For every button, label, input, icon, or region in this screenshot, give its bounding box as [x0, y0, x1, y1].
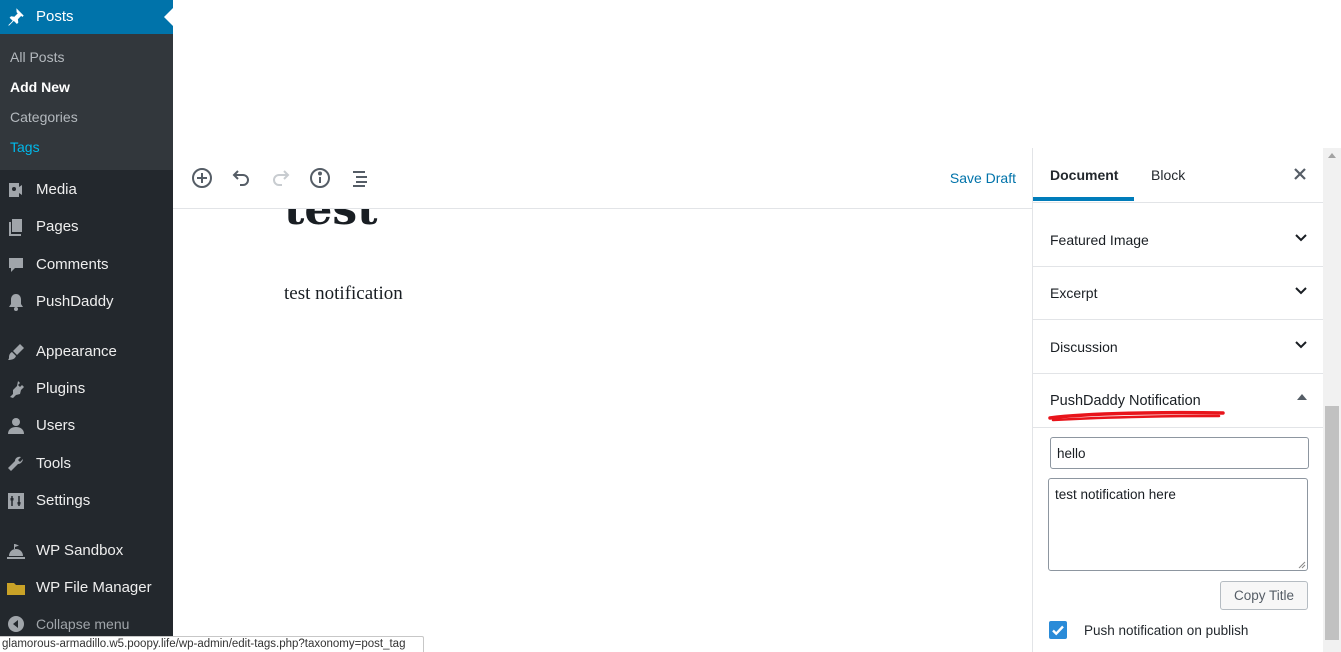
sidebar-item-plugins[interactable]: Plugins — [0, 371, 173, 405]
red-annotation-underline — [1048, 410, 1225, 422]
panel-featured-image[interactable]: Featured Image — [1033, 214, 1323, 267]
undo-icon[interactable] — [229, 166, 253, 190]
chevron-down-icon — [1292, 336, 1310, 354]
paragraph-block[interactable]: test notification — [284, 283, 403, 305]
save-draft-button[interactable]: Save Draft — [950, 170, 1016, 186]
add-block-icon[interactable] — [190, 166, 214, 190]
sandbox-icon — [6, 541, 26, 561]
editor-toolbar: Save Draft — [173, 148, 1032, 209]
sidebar-item-label: Collapse menu — [36, 616, 130, 632]
chevron-down-icon — [1292, 229, 1310, 247]
sidebar-item-tools[interactable]: Tools — [0, 446, 173, 480]
bell-icon — [6, 292, 26, 312]
sidebar-item-media[interactable]: Media — [0, 172, 173, 206]
sidebar-item-settings[interactable]: Settings — [0, 483, 173, 517]
sidebar-item-label: Media — [36, 181, 77, 198]
sidebar-scrollbar[interactable] — [1323, 148, 1341, 652]
tab-document[interactable]: Document — [1050, 167, 1118, 183]
settings-sidebar: Document Block Featured Image Excerpt Di… — [1032, 148, 1323, 652]
pages-icon — [6, 217, 26, 237]
push-on-publish-checkbox[interactable] — [1049, 621, 1067, 639]
admin-sidebar: Posts All Posts Add New Categories Tags … — [0, 0, 173, 652]
close-icon[interactable] — [1290, 164, 1310, 184]
panel-title: Excerpt — [1050, 285, 1098, 301]
panel-excerpt[interactable]: Excerpt — [1033, 267, 1323, 320]
sidebar-item-comments[interactable]: Comments — [0, 247, 173, 281]
scroll-up-arrow-icon[interactable] — [1328, 153, 1336, 158]
sidebar-item-label: PushDaddy — [36, 293, 114, 310]
sidebar-item-label: Users — [36, 417, 76, 434]
sidebar-item-label: Tools — [36, 455, 72, 472]
sidebar-item-label: Pages — [36, 218, 79, 235]
settings-icon — [6, 491, 26, 511]
submenu-item-all-posts[interactable]: All Posts — [10, 49, 64, 65]
tab-block[interactable]: Block — [1151, 167, 1185, 183]
caret-up-icon[interactable] — [1297, 394, 1307, 400]
copy-title-button[interactable]: Copy Title — [1220, 581, 1308, 610]
sidebar-item-wp-sandbox[interactable]: WP Sandbox — [0, 533, 173, 567]
chevron-down-icon — [1292, 282, 1310, 300]
browser-status-bar: glamorous-armadillo.w5.poopy.life/wp-adm… — [0, 636, 425, 652]
wrench-icon — [6, 454, 26, 474]
sidebar-item-label: Comments — [36, 256, 109, 273]
folder-icon — [6, 578, 26, 598]
comments-icon — [6, 255, 26, 275]
resize-grip-icon[interactable] — [1296, 559, 1306, 569]
media-icon — [6, 180, 26, 200]
current-menu-notch — [164, 8, 173, 26]
info-icon[interactable] — [308, 166, 332, 190]
sidebar-item-posts[interactable]: Posts — [0, 0, 173, 34]
sidebar-tabs: Document Block — [1033, 148, 1323, 203]
panel-title: Featured Image — [1050, 232, 1149, 248]
sidebar-item-label: Posts — [36, 8, 74, 25]
panel-title: Discussion — [1050, 339, 1118, 355]
sidebar-item-users[interactable]: Users — [0, 408, 173, 442]
sidebar-item-appearance[interactable]: Appearance — [0, 334, 173, 368]
scrollbar-thumb[interactable] — [1325, 406, 1339, 640]
notification-body-textarea[interactable]: test notification here — [1048, 478, 1308, 571]
sidebar-item-label: Settings — [36, 492, 91, 509]
sidebar-item-pages[interactable]: Pages — [0, 209, 173, 243]
sidebar-item-wp-file-manager[interactable]: WP File Manager — [0, 570, 173, 604]
redo-icon[interactable] — [269, 166, 293, 190]
paintbrush-icon — [6, 342, 26, 362]
sidebar-item-pushdaddy[interactable]: PushDaddy — [0, 284, 173, 318]
collapse-menu-button[interactable]: Collapse menu — [0, 606, 173, 640]
sidebar-item-label: WP File Manager — [36, 579, 152, 596]
submenu-item-tags[interactable]: Tags — [10, 139, 40, 155]
pin-icon — [6, 6, 26, 26]
panel-discussion[interactable]: Discussion — [1033, 321, 1323, 374]
posts-submenu: All Posts Add New Categories Tags — [0, 34, 173, 170]
divider — [1033, 427, 1323, 428]
sidebar-item-label: Appearance — [36, 343, 117, 360]
active-tab-indicator — [1033, 197, 1134, 201]
submenu-item-categories[interactable]: Categories — [10, 109, 78, 125]
collapse-icon — [6, 614, 26, 634]
checkbox-label: Push notification on publish — [1084, 623, 1249, 638]
notification-title-input[interactable] — [1050, 437, 1309, 469]
outline-icon[interactable] — [348, 166, 372, 190]
submenu-item-add-new[interactable]: Add New — [10, 79, 70, 95]
user-icon — [6, 416, 26, 436]
checkmark-icon — [1052, 625, 1064, 636]
sidebar-item-label: WP Sandbox — [36, 542, 124, 559]
sidebar-item-label: Plugins — [36, 380, 86, 397]
plug-icon — [6, 379, 26, 399]
